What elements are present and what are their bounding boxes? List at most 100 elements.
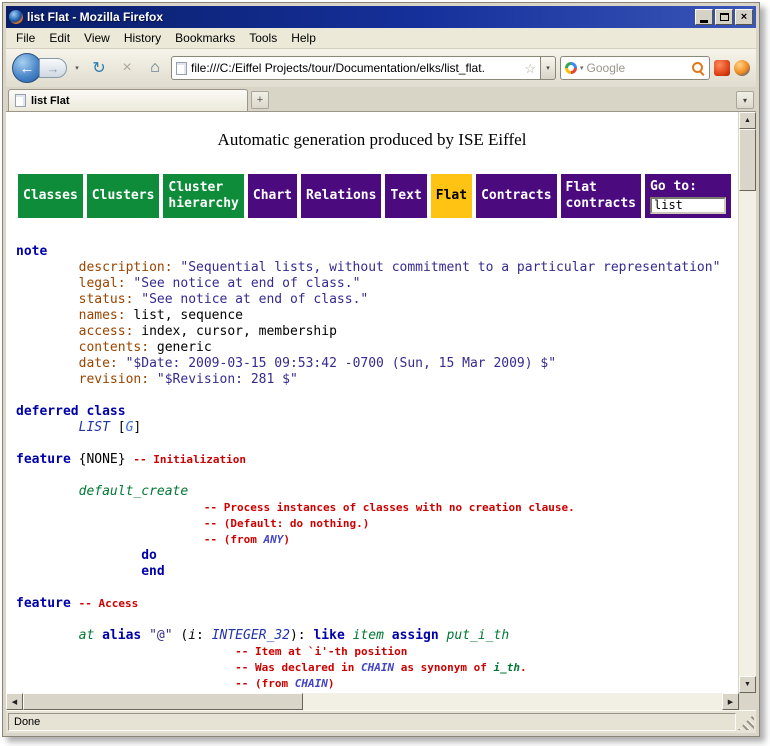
- menu-bookmarks[interactable]: Bookmarks: [169, 29, 241, 47]
- close-button[interactable]: ×: [735, 9, 753, 25]
- doc-button-chart[interactable]: Chart: [248, 174, 297, 218]
- menu-history[interactable]: History: [118, 29, 167, 47]
- code-text: -- Initialization: [133, 453, 246, 466]
- code-link[interactable]: ANY: [263, 533, 283, 546]
- search-engine-dropdown-icon[interactable]: ▾: [580, 64, 584, 72]
- doc-button-label: Flat contracts: [566, 180, 636, 213]
- list-all-tabs-button[interactable]: ▾: [736, 91, 754, 109]
- horizontal-scrollbar[interactable]: ◀ ▶: [6, 693, 739, 710]
- code-text: -- (Default: do nothing.): [204, 517, 370, 530]
- page-heading: Automatic generation produced by ISE Eif…: [16, 130, 728, 150]
- menu-help[interactable]: Help: [285, 29, 322, 47]
- code-text: contents:: [79, 340, 149, 355]
- stop-button[interactable]: ×: [115, 56, 139, 80]
- code-text: ): [328, 677, 335, 690]
- menu-file[interactable]: File: [10, 29, 41, 47]
- code-link[interactable]: CHAIN: [361, 661, 394, 674]
- code-link[interactable]: put_i_th: [447, 628, 510, 643]
- refresh-button[interactable]: ↻: [87, 56, 111, 80]
- code-link[interactable]: INTEGER_32: [212, 628, 290, 643]
- code-line: default_create: [16, 484, 738, 500]
- code-text: "@": [149, 628, 172, 643]
- code-line: [16, 388, 738, 404]
- code-text: status:: [79, 292, 134, 307]
- scroll-down-button[interactable]: ▼: [739, 676, 756, 693]
- code-text: [71, 596, 79, 611]
- search-box[interactable]: ▾: [560, 56, 710, 80]
- url-dropdown-button[interactable]: ▾: [541, 56, 556, 80]
- doc-button-cluster-hierarchy[interactable]: Cluster hierarchy: [163, 174, 243, 218]
- doc-button-clusters[interactable]: Clusters: [87, 174, 160, 218]
- code-text: "Sequential lists, without commitment to…: [180, 260, 720, 275]
- code-link[interactable]: LIST: [79, 420, 110, 435]
- back-button[interactable]: ←: [12, 53, 42, 83]
- scroll-left-button[interactable]: ◀: [6, 693, 23, 710]
- doc-button-label: Chart: [253, 188, 292, 204]
- maximize-button[interactable]: [715, 9, 733, 25]
- menu-view[interactable]: View: [78, 29, 116, 47]
- horizontal-scroll-thumb[interactable]: [23, 693, 303, 710]
- firefox-addon-icon[interactable]: [734, 60, 750, 76]
- code-text: generic: [149, 340, 212, 355]
- bookmark-star-icon[interactable]: ☆: [524, 62, 536, 75]
- scroll-up-button[interactable]: ▲: [739, 112, 756, 129]
- code-text: [16, 292, 79, 307]
- tab-list-flat[interactable]: list Flat: [8, 89, 248, 111]
- code-line: -- Process instances of classes with no …: [16, 500, 738, 516]
- google-logo-icon[interactable]: [565, 62, 577, 74]
- doc-button-flat-contracts[interactable]: Flat contracts: [561, 174, 641, 218]
- new-tab-button[interactable]: +: [251, 91, 269, 109]
- doc-button-flat[interactable]: Flat: [431, 174, 472, 218]
- code-text: list, sequence: [126, 308, 243, 323]
- code-link[interactable]: item: [353, 628, 384, 643]
- doc-button-contracts[interactable]: Contracts: [476, 174, 556, 218]
- doc-button-label: Cluster hierarchy: [168, 180, 238, 213]
- addon-icon[interactable]: [714, 60, 730, 76]
- code-text: ): [283, 533, 290, 546]
- code-link[interactable]: i_th: [493, 661, 520, 674]
- vertical-scrollbar[interactable]: ▲ ▼: [738, 112, 756, 693]
- code-link[interactable]: CHAIN: [295, 677, 328, 690]
- resize-grip[interactable]: [738, 714, 754, 730]
- doc-button-text[interactable]: Text: [385, 174, 426, 218]
- back-arrow-icon: ←: [20, 60, 35, 77]
- doc-button-label: Flat: [436, 188, 467, 204]
- doc-button-relations[interactable]: Relations: [301, 174, 381, 218]
- vertical-scroll-thumb[interactable]: [739, 129, 756, 191]
- scroll-right-button[interactable]: ▶: [722, 693, 739, 710]
- minimize-icon: [700, 20, 708, 23]
- code-text: [16, 628, 79, 643]
- doc-button-label: Clusters: [92, 188, 155, 204]
- doc-button-classes[interactable]: Classes: [18, 174, 83, 218]
- url-input[interactable]: [191, 61, 520, 75]
- goto-input[interactable]: [650, 197, 726, 214]
- titlebar[interactable]: list Flat - Mozilla Firefox ×: [6, 6, 756, 28]
- forward-button[interactable]: →: [39, 58, 67, 78]
- code-text: [16, 276, 79, 291]
- menu-edit[interactable]: Edit: [43, 29, 76, 47]
- code-text: legal:: [79, 276, 126, 291]
- history-dropdown-button[interactable]: ▾: [71, 58, 83, 78]
- code-text: [16, 676, 235, 691]
- code-line: names: list, sequence: [16, 308, 738, 324]
- search-input[interactable]: [587, 61, 689, 75]
- code-line: revision: "$Revision: 281 $": [16, 372, 738, 388]
- code-line: -- Was declared in CHAIN as synonym of i…: [16, 660, 738, 676]
- status-field: Done: [8, 713, 736, 731]
- code-text: [16, 308, 79, 323]
- desktop: list Flat - Mozilla Firefox × FileEditVi…: [0, 0, 770, 746]
- code-text: [384, 628, 392, 643]
- code-text: [16, 324, 79, 339]
- horizontal-scroll-track[interactable]: [23, 693, 722, 710]
- vertical-scroll-track[interactable]: [739, 129, 756, 676]
- code-text: (: [173, 628, 189, 643]
- menu-tools[interactable]: Tools: [243, 29, 283, 47]
- home-button[interactable]: ⌂: [143, 56, 167, 80]
- search-go-icon[interactable]: [692, 62, 705, 75]
- url-bar[interactable]: ☆: [171, 56, 541, 80]
- code-line: -- (Default: do nothing.): [16, 516, 738, 532]
- code-text: at: [79, 628, 95, 643]
- minimize-button[interactable]: [695, 9, 713, 25]
- navigation-toolbar: ← → ▾ ↻ × ⌂ ☆ ▾ ▾: [6, 49, 756, 87]
- code-line: deferred class: [16, 404, 738, 420]
